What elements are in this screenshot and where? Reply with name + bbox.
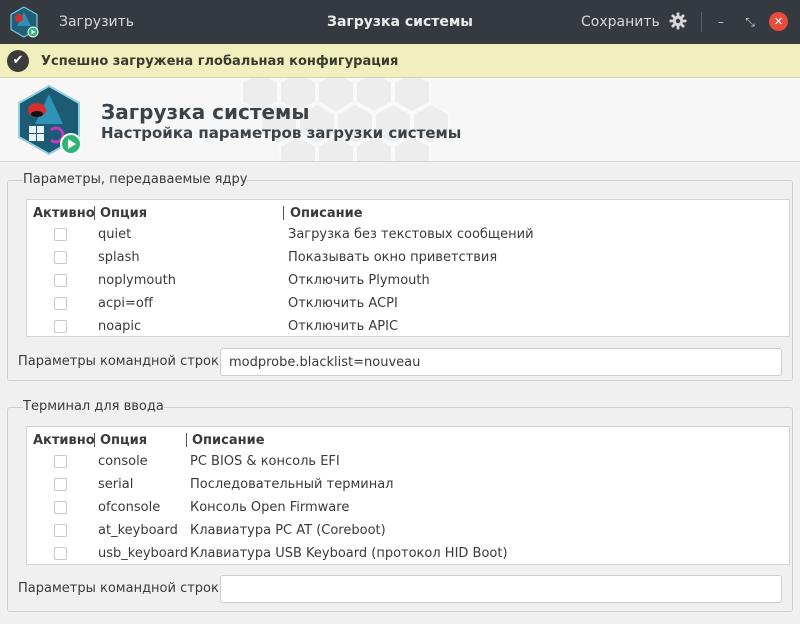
- active-checkbox[interactable]: [54, 455, 67, 468]
- option-name: noplymouth: [98, 273, 176, 288]
- active-checkbox[interactable]: [54, 274, 67, 287]
- table-row[interactable]: quiet Загрузка без текстовых сообщений: [27, 224, 789, 247]
- table-row[interactable]: noplymouth Отключить Plymouth: [27, 270, 789, 293]
- column-divider: [283, 206, 284, 220]
- kernel-params-group: Активно Опция Описание quiet Загрузка бе…: [7, 180, 793, 381]
- column-option: Опция: [100, 433, 148, 448]
- terminal-group: Активно Опция Описание console PC BIOS &…: [7, 407, 793, 612]
- table-row[interactable]: at_keyboard Клавиатура PC AT (Coreboot): [27, 520, 789, 543]
- column-description: Описание: [290, 206, 363, 221]
- option-description: Загрузка без текстовых сообщений: [288, 227, 534, 242]
- option-name: ofconsole: [98, 500, 161, 515]
- option-description: Клавиатура USB Keyboard (протокол HID Bo…: [190, 546, 508, 561]
- active-checkbox[interactable]: [54, 501, 67, 514]
- gear-icon[interactable]: [669, 12, 687, 30]
- table-row[interactable]: serial Последовательный терминал: [27, 474, 789, 497]
- table-row[interactable]: splash Показывать окно приветствия: [27, 247, 789, 270]
- column-option: Опция: [100, 206, 148, 221]
- active-checkbox[interactable]: [54, 478, 67, 491]
- table-row[interactable]: console PC BIOS & консоль EFI: [27, 451, 789, 474]
- table-row[interactable]: acpi=off Отключить ACPI: [27, 293, 789, 316]
- restore-icon[interactable]: ⤡: [742, 14, 758, 30]
- page-title: Загрузка системы: [101, 100, 310, 124]
- active-checkbox[interactable]: [54, 251, 67, 264]
- option-description: PC BIOS & консоль EFI: [190, 454, 340, 469]
- option-name: acpi=off: [98, 296, 153, 311]
- column-description: Описание: [192, 433, 265, 448]
- active-checkbox[interactable]: [54, 228, 67, 241]
- active-checkbox[interactable]: [54, 524, 67, 537]
- header-banner: Загрузка системы Настройка параметров за…: [0, 78, 800, 162]
- table-row[interactable]: noapic Отключить APIC: [27, 316, 789, 339]
- page-subtitle: Настройка параметров загрузки системы: [101, 124, 462, 142]
- active-checkbox[interactable]: [54, 320, 67, 333]
- kernel-options-table: Активно Опция Описание quiet Загрузка бе…: [26, 199, 790, 337]
- notification-bar: ✔ Успешно загружена глобальная конфигура…: [0, 44, 800, 78]
- check-icon: ✔: [7, 50, 29, 72]
- option-description: Показывать окно приветствия: [288, 250, 498, 265]
- table-row[interactable]: ofconsole Консоль Open Firmware: [27, 497, 789, 520]
- option-description: Отключить ACPI: [288, 296, 398, 311]
- terminal-cmdline-input[interactable]: [220, 575, 782, 603]
- active-checkbox[interactable]: [54, 297, 67, 310]
- column-divider: [94, 433, 95, 447]
- option-description: Отключить Plymouth: [288, 273, 430, 288]
- option-description: Последовательный терминал: [190, 477, 394, 492]
- option-name: quiet: [98, 227, 132, 242]
- column-active: Активно: [33, 433, 95, 448]
- option-name: usb_keyboard: [98, 546, 189, 561]
- option-name: splash: [98, 250, 140, 265]
- table-row[interactable]: usb_keyboard Клавиатура USB Keyboard (пр…: [27, 543, 789, 566]
- option-description: Отключить APIC: [288, 319, 399, 334]
- notification-message: Успешно загружена глобальная конфигураци…: [41, 54, 399, 69]
- column-divider: [94, 206, 95, 220]
- option-name: noapic: [98, 319, 142, 334]
- kernel-group-title: Параметры, передаваемые ядру: [23, 172, 248, 187]
- kernel-cmdline-label: Параметры командной строки:: [18, 354, 232, 369]
- load-button[interactable]: Загрузить: [59, 14, 134, 30]
- column-divider: [186, 433, 187, 447]
- title-bar: Загрузить Загрузка системы Сохранить – ⤡…: [0, 0, 800, 44]
- app-icon: [10, 6, 39, 38]
- option-name: console: [98, 454, 148, 469]
- terminal-cmdline-label: Параметры командной строки:: [18, 581, 232, 596]
- kernel-cmdline-input[interactable]: [220, 348, 782, 376]
- active-checkbox[interactable]: [54, 547, 67, 560]
- boot-logo-icon: [18, 84, 82, 156]
- option-name: serial: [98, 477, 134, 492]
- titlebar-divider: [701, 12, 702, 32]
- terminal-options-table: Активно Опция Описание console PC BIOS &…: [26, 426, 790, 565]
- option-description: Консоль Open Firmware: [190, 500, 350, 515]
- save-button[interactable]: Сохранить: [581, 14, 660, 30]
- option-description: Клавиатура PC AT (Coreboot): [190, 523, 386, 538]
- minimize-icon[interactable]: –: [713, 14, 729, 30]
- terminal-group-title: Терминал для ввода: [23, 399, 164, 414]
- column-active: Активно: [33, 206, 95, 221]
- close-icon[interactable]: ✕: [769, 12, 788, 31]
- option-name: at_keyboard: [98, 523, 178, 538]
